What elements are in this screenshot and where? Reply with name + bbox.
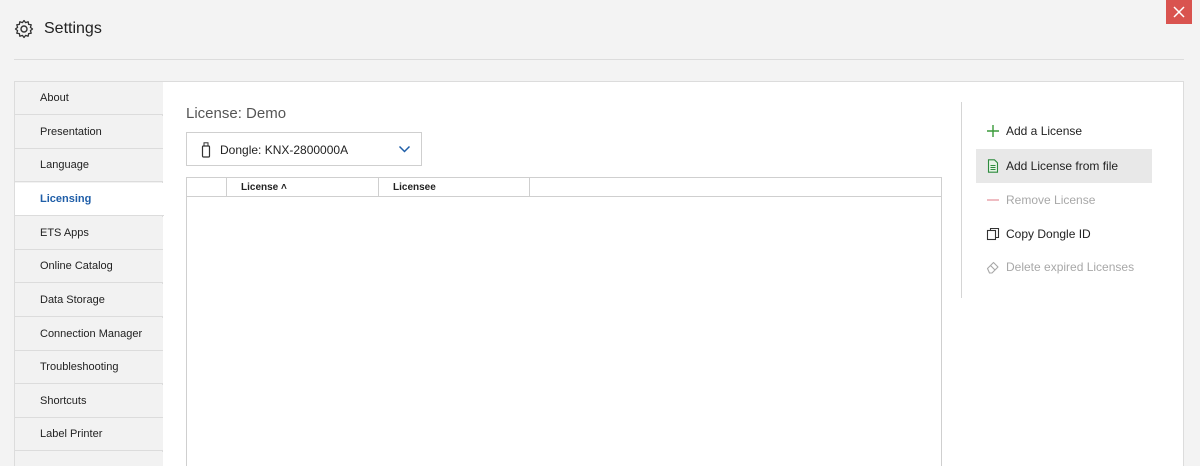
sidebar-item-label: Connection Manager — [40, 328, 143, 340]
license-heading: License: Demo — [186, 105, 287, 122]
sidebar-item-label: Licensing — [40, 193, 92, 205]
sidebar-item-connection-manager[interactable]: Connection Manager — [15, 318, 163, 351]
sidebar-item-label: ETS Apps — [40, 227, 89, 239]
sidebar-item-label: Data Storage — [40, 294, 105, 306]
add-license-button[interactable]: Add a License — [976, 114, 1152, 148]
sidebar-item-online-catalog[interactable]: Online Catalog — [15, 250, 163, 283]
sidebar-item-label-printer[interactable]: Label Printer — [15, 418, 163, 451]
copy-dongle-id-label: Copy Dongle ID — [1006, 227, 1091, 241]
add-license-from-file-label: Add License from file — [1006, 159, 1119, 173]
sidebar-item-troubleshooting[interactable]: Troubleshooting — [15, 351, 163, 384]
column-header-license[interactable]: License ˄ — [227, 178, 379, 197]
chevron-down-icon — [398, 145, 411, 153]
sidebar-item-about[interactable]: About — [15, 82, 163, 115]
title-bar: Settings — [0, 0, 1200, 60]
actions-separator — [961, 102, 962, 298]
sidebar-item-presentation[interactable]: Presentation — [15, 116, 163, 149]
sidebar-item-ets-apps[interactable]: ETS Apps — [15, 217, 163, 250]
file-icon — [987, 159, 999, 173]
remove-license-label: Remove License — [1006, 193, 1096, 207]
sidebar-item-label: Presentation — [40, 126, 102, 138]
gear-icon — [14, 19, 34, 39]
window-title: Settings — [44, 20, 102, 37]
minus-icon — [987, 199, 999, 201]
dongle-dropdown[interactable]: Dongle: KNX-2800000A — [186, 132, 422, 166]
plus-icon — [987, 125, 999, 137]
sidebar-item-label: Language — [40, 159, 89, 171]
table-header: License ˄ Licensee — [187, 178, 941, 197]
column-header-extra[interactable] — [530, 178, 544, 197]
license-table: License ˄ Licensee — [186, 177, 942, 466]
add-license-label: Add a License — [1006, 124, 1083, 138]
sidebar: About Presentation Language Licensing ET… — [15, 82, 164, 466]
remove-license-button[interactable]: Remove License — [976, 183, 1152, 217]
column-header-select[interactable] — [187, 178, 227, 197]
add-license-from-file-button[interactable]: Add License from file — [976, 149, 1152, 183]
sidebar-item-licensing[interactable]: Licensing — [15, 183, 164, 216]
column-header-licensee[interactable]: Licensee — [379, 178, 530, 197]
sidebar-item-label: Shortcuts — [40, 395, 87, 407]
delete-expired-licenses-label: Delete expired Licenses — [1006, 260, 1135, 274]
delete-expired-licenses-button[interactable]: Delete expired Licenses — [976, 250, 1152, 284]
sidebar-item-label: Troubleshooting — [40, 361, 119, 373]
title-separator — [14, 59, 1184, 60]
sidebar-item-label: About — [40, 92, 69, 104]
close-button[interactable] — [1166, 0, 1192, 24]
sidebar-item-shortcuts[interactable]: Shortcuts — [15, 385, 163, 418]
sidebar-item-language[interactable]: Language — [15, 149, 163, 182]
sidebar-item-label: Online Catalog — [40, 260, 113, 272]
copy-icon — [986, 227, 1000, 241]
sidebar-item-label: Label Printer — [40, 428, 103, 440]
sidebar-item-data-storage[interactable]: Data Storage — [15, 284, 163, 317]
eraser-icon — [986, 261, 999, 274]
sidebar-item-more[interactable] — [15, 452, 163, 466]
copy-dongle-id-button[interactable]: Copy Dongle ID — [976, 217, 1152, 251]
settings-panel: About Presentation Language Licensing ET… — [14, 81, 1184, 466]
usb-dongle-icon — [201, 142, 211, 158]
dongle-selected-value: Dongle: KNX-2800000A — [220, 143, 349, 157]
close-icon — [1173, 6, 1185, 18]
